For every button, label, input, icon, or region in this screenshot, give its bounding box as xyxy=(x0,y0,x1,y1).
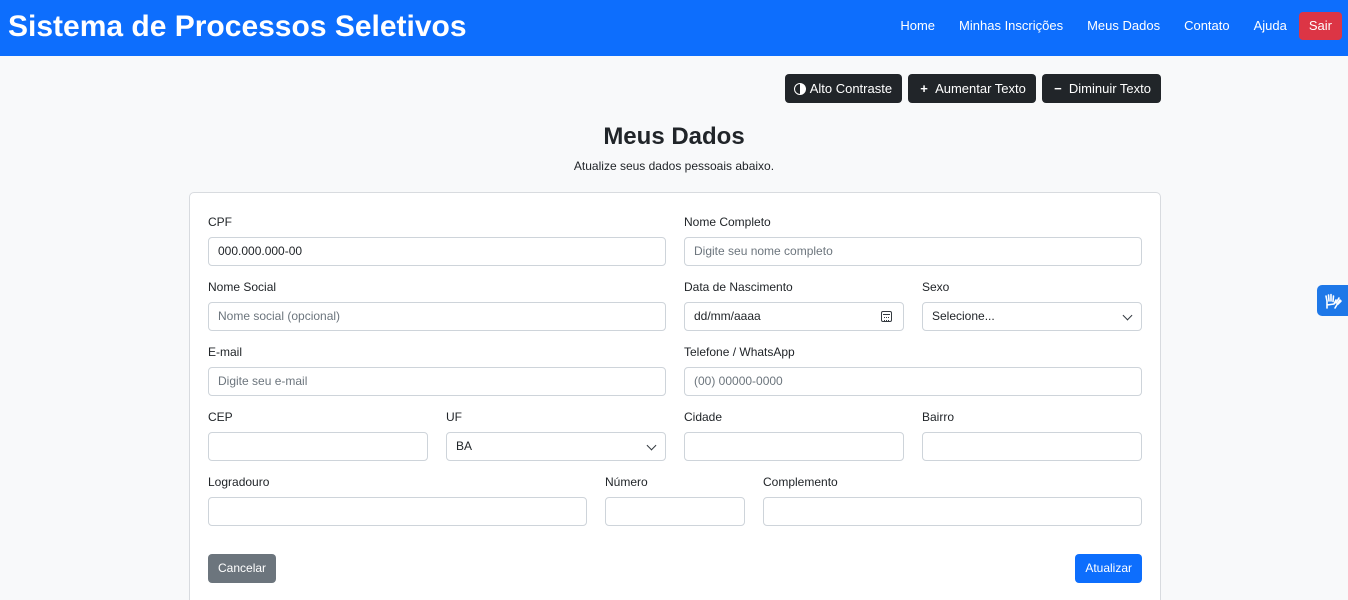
numero-label: Número xyxy=(605,475,648,489)
nome-completo-group: Nome Completo Digite seu nome completo xyxy=(684,214,1142,266)
sexo-label: Sexo xyxy=(922,280,950,294)
decrease-text-button[interactable]: − Diminuir Texto xyxy=(1041,74,1161,103)
half-circle-icon xyxy=(793,82,806,95)
update-button[interactable]: Atualizar xyxy=(1075,554,1142,583)
bairro-input[interactable] xyxy=(922,432,1142,461)
nav-minhas-inscricoes[interactable]: Minhas Inscrições xyxy=(947,12,1075,40)
chevron-down-icon xyxy=(1122,310,1133,321)
telefone-group: Telefone / WhatsApp (00) 00000-0000 xyxy=(684,344,1142,396)
email-input[interactable]: Digite seu e-mail xyxy=(208,367,666,396)
decrease-text-label: Diminuir Texto xyxy=(1068,81,1151,96)
cidade-group: Cidade xyxy=(684,409,904,461)
complemento-group: Complemento xyxy=(763,474,1142,526)
numero-input[interactable] xyxy=(605,497,745,526)
complemento-input[interactable] xyxy=(763,497,1142,526)
nav-meus-dados[interactable]: Meus Dados xyxy=(1075,12,1172,40)
cidade-input[interactable] xyxy=(684,432,904,461)
uf-label: UF xyxy=(446,410,462,424)
cep-input[interactable] xyxy=(208,432,428,461)
chevron-down-icon xyxy=(646,440,657,451)
nome-social-label: Nome Social xyxy=(208,280,277,294)
nome-social-input[interactable]: Nome social (opcional) xyxy=(208,302,666,331)
nome-completo-input[interactable]: Digite seu nome completo xyxy=(684,237,1142,266)
sign-language-hands-icon xyxy=(1324,293,1342,309)
cpf-label: CPF xyxy=(208,215,232,229)
logout-button[interactable]: Sair xyxy=(1298,12,1342,40)
cpf-group: CPF 000.000.000-00 xyxy=(208,214,666,266)
nav-contato[interactable]: Contato xyxy=(1172,12,1242,40)
cep-label: CEP xyxy=(208,410,233,424)
bairro-group: Bairro xyxy=(922,409,1142,461)
data-nascimento-label: Data de Nascimento xyxy=(684,280,793,294)
uf-select[interactable]: BA xyxy=(446,432,666,461)
calendar-icon[interactable] xyxy=(881,311,892,322)
cidade-label: Cidade xyxy=(684,410,723,424)
vlibras-widget[interactable] xyxy=(1317,285,1348,316)
uf-selected-value: BA xyxy=(456,439,473,453)
page-subtitle: Atualize seus dados pessoais abaixo. xyxy=(573,159,775,173)
nav-links: Home Minhas Inscrições Meus Dados Contat… xyxy=(888,12,1342,40)
minus-icon: − xyxy=(1054,81,1062,96)
cancel-button[interactable]: Cancelar xyxy=(208,554,277,583)
logradouro-group: Logradouro xyxy=(208,474,587,526)
high-contrast-button[interactable]: Alto Contraste xyxy=(784,74,903,103)
telefone-label: Telefone / WhatsApp xyxy=(684,345,795,359)
email-label: E-mail xyxy=(208,345,243,359)
sexo-group: Sexo Selecione... xyxy=(922,279,1142,331)
cep-group: CEP xyxy=(208,409,428,461)
data-nascimento-placeholder: dd/mm/aaaa xyxy=(694,309,761,323)
sexo-selected-value: Selecione... xyxy=(932,309,995,323)
uf-group: UF BA xyxy=(446,409,666,461)
telefone-input[interactable]: (00) 00000-0000 xyxy=(684,367,1142,396)
bairro-label: Bairro xyxy=(922,410,955,424)
page-title: Meus Dados xyxy=(603,123,745,150)
top-navbar: Sistema de Processos Seletivos Home Minh… xyxy=(0,0,1348,56)
logradouro-label: Logradouro xyxy=(208,475,270,489)
brand-title[interactable]: Sistema de Processos Seletivos xyxy=(8,9,467,45)
nome-completo-label: Nome Completo xyxy=(684,215,771,229)
personal-data-form: CPF 000.000.000-00 Nome Completo Digite … xyxy=(189,192,1161,600)
accessibility-toolbar: Alto Contraste + Aumentar Texto − Diminu… xyxy=(784,74,1161,103)
cpf-input[interactable]: 000.000.000-00 xyxy=(208,237,666,266)
plus-icon: + xyxy=(920,81,928,96)
sexo-select[interactable]: Selecione... xyxy=(922,302,1142,331)
email-group: E-mail Digite seu e-mail xyxy=(208,344,666,396)
data-nascimento-input[interactable]: dd/mm/aaaa xyxy=(684,302,904,331)
nav-ajuda[interactable]: Ajuda xyxy=(1242,12,1299,40)
data-nascimento-group: Data de Nascimento dd/mm/aaaa xyxy=(684,279,904,331)
nav-home[interactable]: Home xyxy=(888,12,947,40)
high-contrast-label: Alto Contraste xyxy=(809,81,893,96)
logradouro-input[interactable] xyxy=(208,497,587,526)
nome-social-group: Nome Social Nome social (opcional) xyxy=(208,279,666,331)
numero-group: Número xyxy=(605,474,745,526)
complemento-label: Complemento xyxy=(763,475,838,489)
increase-text-label: Aumentar Texto xyxy=(935,81,1026,96)
increase-text-button[interactable]: + Aumentar Texto xyxy=(908,74,1036,103)
